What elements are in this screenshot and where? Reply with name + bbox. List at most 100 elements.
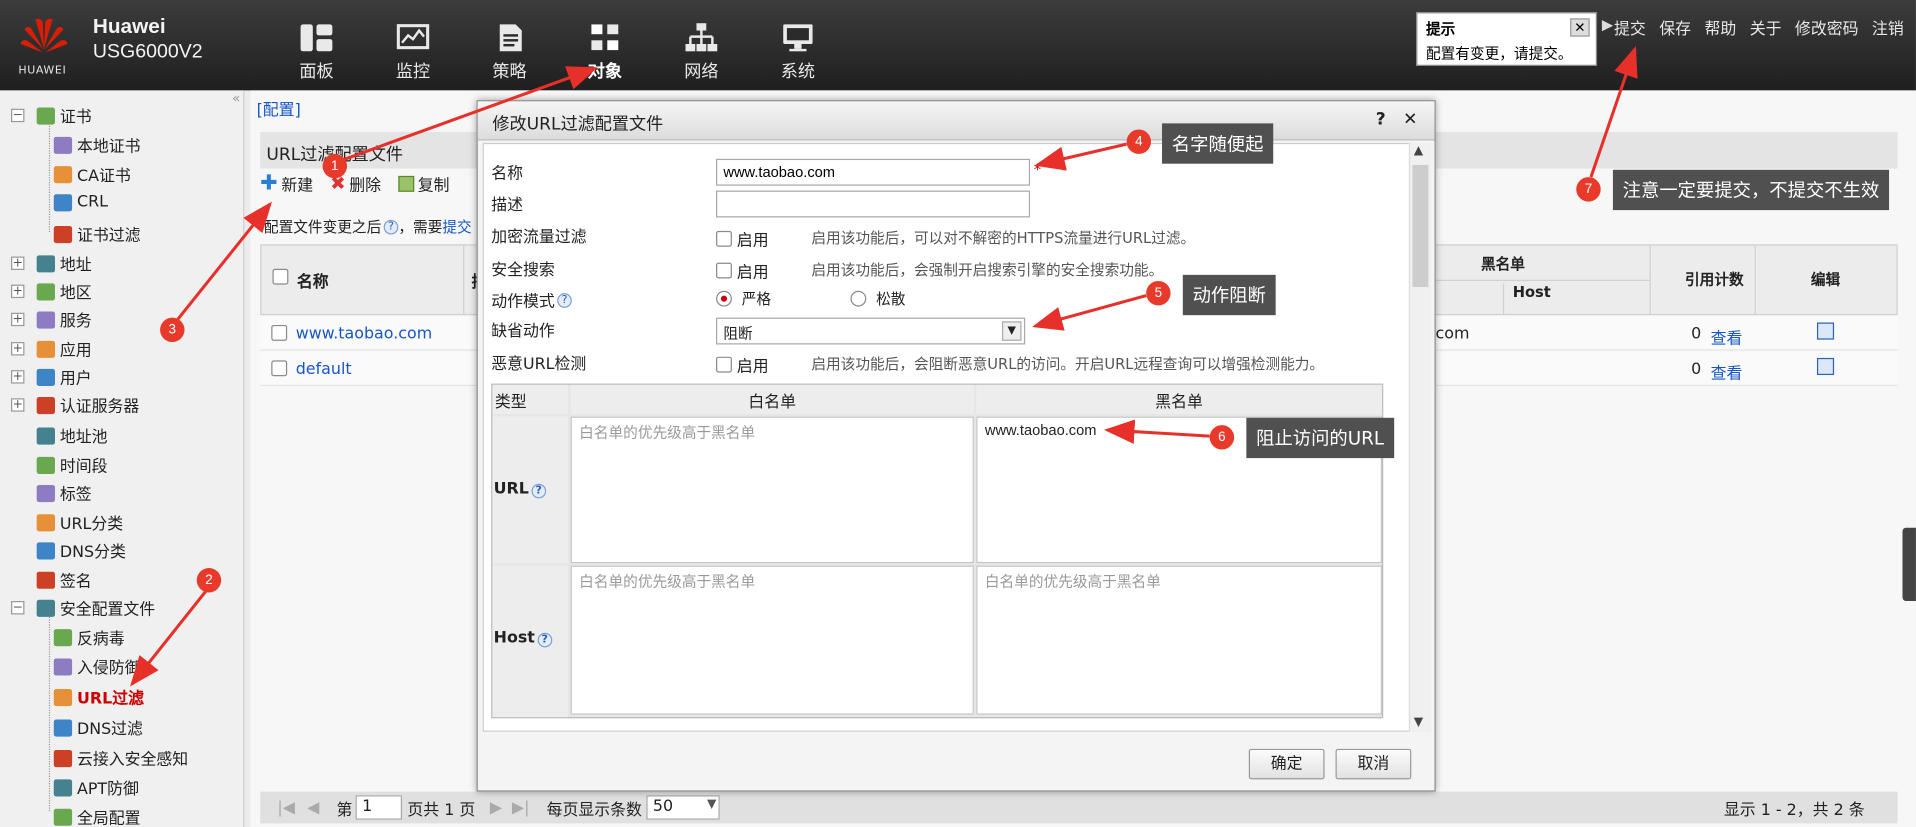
sidebar-item[interactable]: APT防御 — [53, 776, 139, 799]
next-page-icon[interactable]: ▶ — [490, 798, 502, 816]
row-view-link[interactable]: 查看 — [1711, 325, 1743, 348]
col-name[interactable]: 名称 — [297, 269, 329, 292]
help-icon[interactable]: ? — [531, 483, 547, 499]
annotation-badge-2: 2 — [196, 568, 222, 593]
sidebar-item[interactable]: + 地区 — [10, 280, 92, 303]
save-link[interactable]: 保存 — [1659, 16, 1691, 39]
sidebar-item[interactable]: − 安全配置文件 — [10, 596, 155, 619]
app-root: HUAWEI Huawei USG6000V2 面板 监控 策略 对象 网络 系… — [0, 0, 1916, 827]
sidebar-item[interactable]: CA证书 — [53, 162, 131, 186]
sidebar-item[interactable]: 云接入安全感知 — [53, 746, 188, 770]
sidebar-item[interactable]: 标签 — [36, 481, 92, 505]
sidebar-item[interactable]: + 服务 — [10, 308, 92, 331]
select-all-checkbox[interactable] — [272, 268, 289, 285]
dialog-close-button[interactable]: ✕ — [1403, 110, 1417, 130]
row-view-link[interactable]: 查看 — [1711, 360, 1743, 383]
change-password-link[interactable]: 修改密码 — [1795, 16, 1859, 39]
expand-icon[interactable]: + — [10, 370, 25, 384]
dialog-help-button[interactable]: ? — [1376, 110, 1386, 130]
page-prefix: 第 — [336, 800, 353, 820]
nav-policy[interactable]: 策略 — [473, 22, 546, 83]
scroll-down-icon[interactable]: ▼ — [1414, 716, 1423, 729]
collapse-icon[interactable]: − — [10, 108, 25, 123]
sidebar-item[interactable]: CRL — [53, 193, 108, 211]
submit-link[interactable]: 提交 — [1614, 16, 1646, 39]
host-blacklist-textarea[interactable]: 白名单的优先级高于黑名单 — [976, 565, 1382, 715]
sidebar-item[interactable]: URL过滤 — [53, 685, 144, 709]
row-checkbox[interactable] — [271, 360, 288, 377]
breadcrumb[interactable]: [配置] — [257, 97, 301, 119]
malicious-url-checkbox[interactable]: 启用 — [716, 353, 769, 376]
logout-link[interactable]: 注销 — [1872, 16, 1904, 39]
expand-icon[interactable]: + — [10, 284, 25, 299]
sidebar-item[interactable]: + 认证服务器 — [10, 393, 139, 417]
scroll-thumb[interactable] — [1412, 164, 1429, 288]
copy-button[interactable]: 复制 — [398, 172, 450, 195]
help-icon[interactable]: ? — [383, 219, 399, 234]
host-whitelist-textarea[interactable]: 白名单的优先级高于黑名单 — [570, 565, 974, 715]
last-page-icon[interactable]: ▶| — [512, 798, 530, 816]
nav-object[interactable]: 对象 — [568, 22, 641, 83]
cancel-button[interactable]: 取消 — [1335, 748, 1412, 780]
nav-system[interactable]: 系统 — [761, 22, 834, 83]
mode-strict-radio[interactable]: 严格 — [716, 288, 771, 309]
https-filter-checkbox[interactable]: 启用 — [716, 227, 769, 250]
row-name[interactable]: www.taobao.com — [296, 325, 432, 343]
about-link[interactable]: 关于 — [1750, 16, 1782, 39]
expand-icon[interactable]: + — [10, 256, 25, 270]
sidebar-item[interactable]: + 应用 — [10, 337, 92, 360]
sidebar-item[interactable]: 本地证书 — [53, 133, 141, 156]
sidebar-item[interactable]: 时间段 — [36, 453, 108, 476]
sidebar-item[interactable]: 反病毒 — [53, 625, 125, 649]
help-icon[interactable]: ? — [557, 292, 572, 308]
help-link[interactable]: 帮助 — [1704, 16, 1736, 39]
sidebar-item[interactable]: + 用户 — [10, 365, 92, 388]
dialog-title-bar: 修改URL过滤配置文件 ? ✕ — [477, 101, 1435, 141]
sidebar-item[interactable]: + 地址 — [10, 252, 92, 275]
edit-icon[interactable] — [1816, 357, 1835, 376]
expand-icon[interactable]: + — [10, 342, 25, 356]
new-button[interactable]: ✚ 新建 — [260, 171, 313, 195]
sidebar-item[interactable]: DNS分类 — [36, 539, 126, 562]
expand-icon[interactable]: + — [10, 398, 25, 412]
help-icon[interactable]: ? — [537, 632, 553, 648]
tip-close-button[interactable]: ✕ — [1570, 18, 1590, 37]
ok-button[interactable]: 确定 — [1248, 748, 1325, 780]
nav-dashboard[interactable]: 面板 — [280, 22, 353, 83]
desc-input[interactable] — [716, 190, 1031, 218]
submit-notice-link[interactable]: 提交 — [442, 216, 471, 237]
dialog-scrollbar[interactable]: ▲ ▼ — [1408, 142, 1431, 732]
sidebar-item[interactable]: 签名 — [36, 568, 92, 591]
sidebar-item[interactable]: DNS过滤 — [53, 716, 143, 739]
url-label-text: URL — [493, 480, 529, 499]
edit-icon[interactable] — [1816, 322, 1835, 340]
sidebar-item[interactable]: 证书过滤 — [53, 222, 141, 246]
url-whitelist-textarea[interactable]: 白名单的优先级高于黑名单 — [570, 416, 974, 564]
page-input[interactable]: 1 — [356, 795, 403, 820]
nav-network[interactable]: 网络 — [665, 22, 738, 83]
mode-loose-radio[interactable]: 松散 — [850, 288, 905, 309]
sidebar-item[interactable]: 地址池 — [36, 424, 108, 447]
scroll-up-icon[interactable]: ▲ — [1414, 144, 1423, 157]
per-page-select[interactable]: 50 ▼ — [646, 795, 721, 820]
nav-monitor[interactable]: 监控 — [376, 22, 449, 83]
tree-node-icon — [53, 628, 73, 646]
safe-search-checkbox[interactable]: 启用 — [716, 259, 769, 282]
collapse-icon[interactable]: − — [10, 601, 25, 615]
policy-icon — [499, 24, 522, 52]
sidebar-item[interactable]: URL分类 — [36, 511, 123, 534]
collapse-sidebar-icon[interactable]: « — [232, 90, 240, 106]
default-action-select[interactable]: 阻断 ▼ — [716, 317, 1026, 345]
expand-icon[interactable]: + — [10, 312, 25, 327]
first-page-icon[interactable]: |◀ — [277, 798, 295, 816]
name-input[interactable] — [716, 158, 1031, 186]
sidebar-item[interactable]: − 证书 — [10, 104, 92, 127]
side-widget[interactable] — [1902, 527, 1916, 602]
row-name[interactable]: default — [296, 360, 352, 378]
row-checkbox[interactable] — [271, 324, 288, 341]
sidebar-item[interactable]: 入侵防御 — [53, 655, 141, 678]
default-action-value: 阻断 — [723, 324, 753, 343]
prev-page-icon[interactable]: ◀ — [307, 798, 319, 816]
annotation-badge-4: 4 — [1126, 129, 1152, 154]
sidebar-item[interactable]: 全局配置 — [53, 805, 141, 827]
